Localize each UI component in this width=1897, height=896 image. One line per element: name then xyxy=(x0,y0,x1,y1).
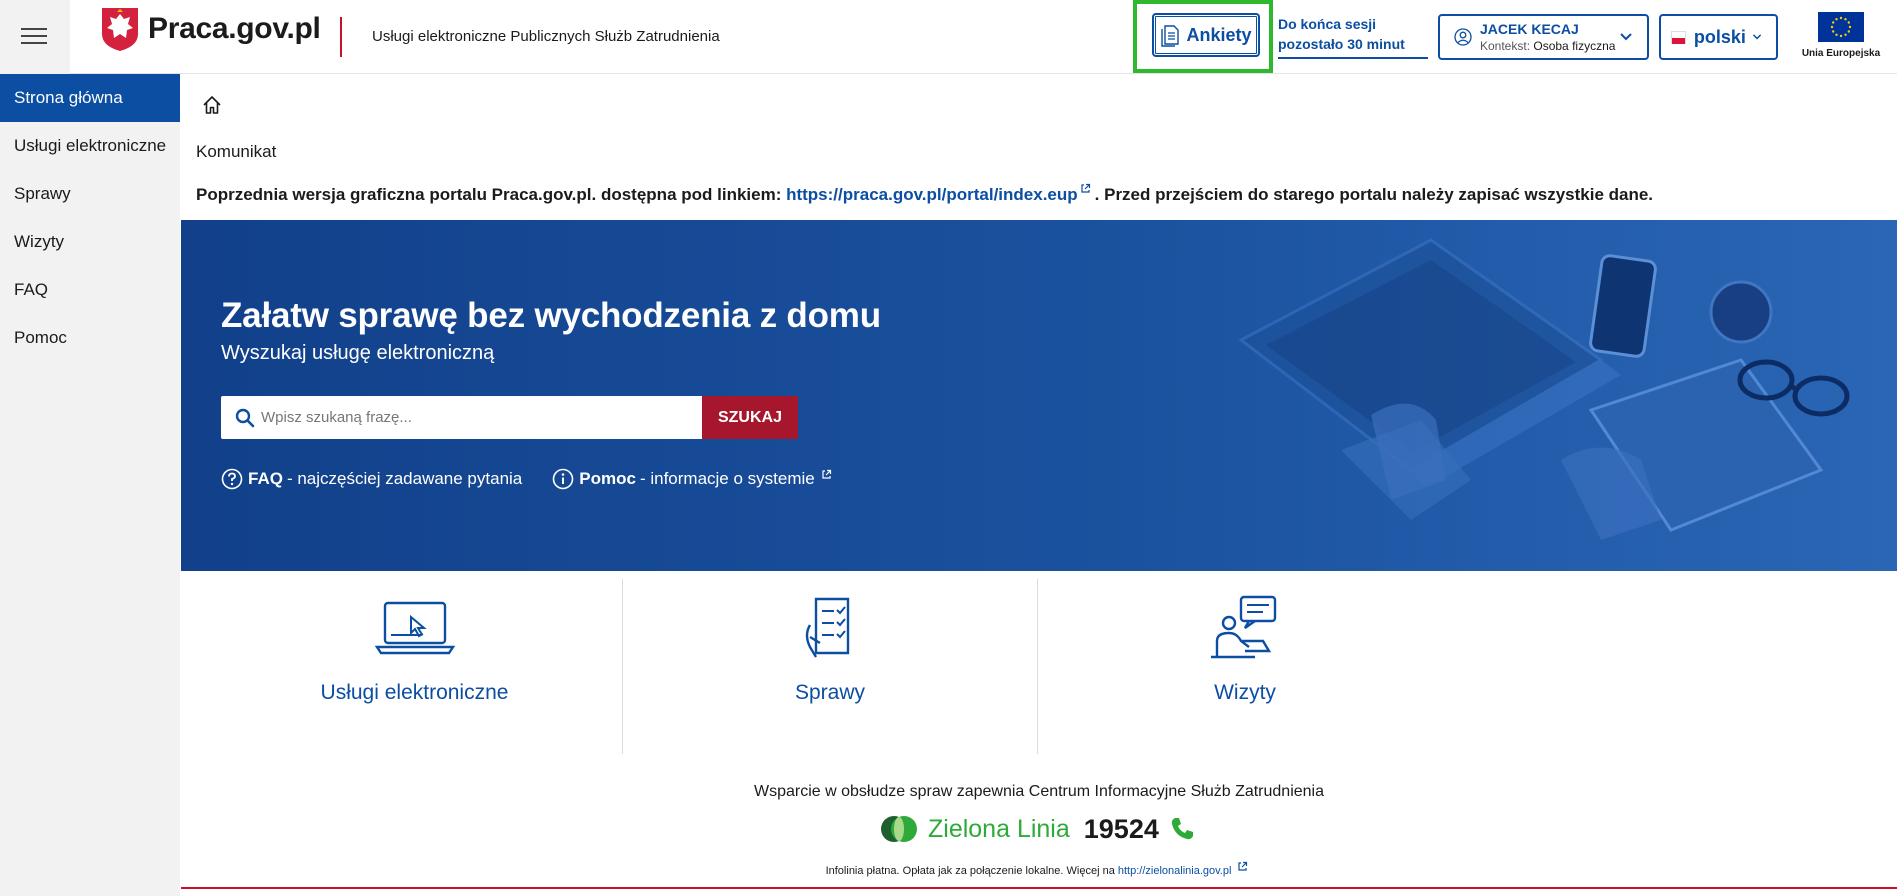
zielona-linia-link[interactable]: http://zielonalinia.gov.pl xyxy=(1118,865,1232,877)
home-icon[interactable] xyxy=(201,94,223,116)
user-menu-button[interactable]: JACEK KECAJ Kontekst: Osoba fizyczna xyxy=(1438,14,1649,60)
search-box xyxy=(221,396,702,439)
phone-icon xyxy=(1171,818,1193,840)
logo-divider xyxy=(340,17,342,57)
eu-label: Unia Europejska xyxy=(1801,48,1881,59)
search-icon xyxy=(235,408,255,427)
language-selector[interactable]: polski xyxy=(1659,14,1778,60)
zielona-linia-logo-icon xyxy=(881,816,917,842)
external-link-icon xyxy=(1081,183,1090,193)
external-link-icon xyxy=(1238,861,1248,871)
faq-link-bold: FAQ xyxy=(248,469,283,488)
top-header: Praca.gov.pl Usługi elektroniczne Public… xyxy=(0,0,1897,74)
session-line-1: Do końca sesji xyxy=(1278,16,1377,32)
service-tiles: Usługi elektroniczne Sprawy Wizyty xyxy=(207,579,1453,754)
tile-wizyty[interactable]: Wizyty xyxy=(1037,579,1452,754)
user-context-value: Osoba fizyczna xyxy=(1533,39,1616,53)
sidebar-item-faq[interactable]: FAQ xyxy=(0,266,180,314)
document-icon xyxy=(1161,25,1180,47)
help-link-bold: Pomoc xyxy=(579,469,636,488)
sidebar-nav: Strona główna Usługi elektroniczne Spraw… xyxy=(0,74,180,896)
user-icon xyxy=(1454,28,1472,46)
tile-sprawy[interactable]: Sprawy xyxy=(622,579,1037,754)
hero-title: Załatw sprawę bez wychodzenia z domu xyxy=(221,296,881,335)
sidebar-item-sprawy[interactable]: Sprawy xyxy=(0,170,180,218)
user-name: JACEK KECAJ xyxy=(1480,21,1579,37)
search-input[interactable] xyxy=(261,409,681,426)
hero-banner: Załatw sprawę bez wychodzenia z domu Wys… xyxy=(181,220,1897,571)
help-link[interactable]: Pomoc - informacje o systemie xyxy=(552,468,831,490)
language-label: polski xyxy=(1693,26,1746,47)
phone-number: 19524 xyxy=(1083,813,1159,844)
notice-text: Poprzednia wersja graficzna portalu Prac… xyxy=(196,183,1653,205)
poland-flag-icon xyxy=(1671,30,1686,44)
notice-text-before: Poprzednia wersja graficzna portalu Prac… xyxy=(196,185,787,204)
user-context: Kontekst: Osoba fizyczna xyxy=(1480,38,1619,54)
sidebar-item-uslugi[interactable]: Usługi elektroniczne xyxy=(0,122,180,170)
sidebar-item-pomoc[interactable]: Pomoc xyxy=(0,314,180,362)
logo-text: Praca.gov.pl xyxy=(148,12,321,45)
user-context-label: Kontekst: xyxy=(1480,39,1531,53)
info-circle-icon xyxy=(552,468,574,490)
ankiety-button[interactable]: Ankiety xyxy=(1152,13,1260,57)
sidebar-item-wizyty[interactable]: Wizyty xyxy=(0,218,180,266)
search-bar: SZUKAJ xyxy=(221,396,798,439)
tile-label: Wizyty xyxy=(1214,681,1276,704)
tile-uslugi-elektroniczne[interactable]: Usługi elektroniczne xyxy=(207,579,622,754)
session-line-2: pozostało 30 minut xyxy=(1278,36,1405,52)
tile-label: Sprawy xyxy=(794,681,866,704)
eu-flag-icon xyxy=(1818,12,1864,42)
sidebar-item-strona-glowna[interactable]: Strona główna xyxy=(0,74,180,122)
notice-title: Komunikat xyxy=(196,142,277,161)
site-subtitle: Usługi elektroniczne Publicznych Służb Z… xyxy=(372,28,720,45)
laptop-cursor-icon xyxy=(374,601,455,655)
menu-zone xyxy=(0,0,70,74)
notice-text-after: . Przed przejściem do starego portalu na… xyxy=(1094,185,1654,204)
search-button[interactable]: SZUKAJ xyxy=(702,396,798,439)
consultation-icon xyxy=(1211,595,1277,659)
hero-links: FAQ - najczęściej zadawane pytania Pomoc… xyxy=(221,468,862,490)
zielona-linia-name: Zielona Linia xyxy=(928,814,1070,843)
bottom-divider xyxy=(181,887,1897,889)
support-text: Wsparcie w obsłudze spraw zapewnia Centr… xyxy=(753,783,1325,800)
help-link-text: - informacje o systemie xyxy=(639,469,815,488)
question-circle-icon xyxy=(221,468,243,490)
info-text: Infolinia płatna. Opłata jak za połączen… xyxy=(825,865,1118,877)
user-texts: JACEK KECAJ Kontekst: Osoba fizyczna xyxy=(1480,20,1619,54)
tile-label: Usługi elektroniczne xyxy=(320,681,509,704)
info-line: Infolinia płatna. Opłata jak za połączen… xyxy=(181,861,1897,877)
zielona-linia-block: Zielona Linia 19524 xyxy=(880,812,1195,846)
faq-link[interactable]: FAQ - najczęściej zadawane pytania xyxy=(221,468,522,490)
chevron-down-icon xyxy=(1620,33,1632,41)
chevron-down-icon xyxy=(1752,34,1762,40)
faq-link-text: - najczęściej zadawane pytania xyxy=(286,469,523,488)
external-link-icon xyxy=(822,469,831,479)
eu-logo: Unia Europejska xyxy=(1800,12,1882,59)
hero-subtitle: Wyszukaj usługę elektroniczną xyxy=(221,342,495,364)
checklist-icon xyxy=(805,597,850,658)
ankiety-label: Ankiety xyxy=(1186,24,1252,45)
hamburger-menu-icon[interactable] xyxy=(21,28,47,46)
polish-eagle-icon xyxy=(102,8,138,51)
session-timer[interactable]: Do końca sesji pozostało 30 minut xyxy=(1278,14,1428,59)
old-portal-link[interactable]: https://praca.gov.pl/portal/index.eup xyxy=(786,185,1078,204)
site-logo[interactable]: Praca.gov.pl xyxy=(100,4,321,54)
